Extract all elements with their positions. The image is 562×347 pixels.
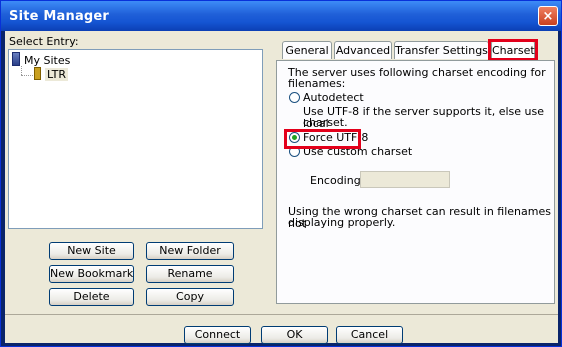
tree-item-ltr[interactable]: LTR [34,67,68,81]
tree-connector [21,75,33,76]
ok-button[interactable]: OK [261,326,328,344]
charset-tab-highlight [488,39,538,61]
new-site-button[interactable]: New Site [49,242,134,260]
autodetect-radio[interactable] [289,92,300,103]
encoding-input[interactable] [360,171,450,188]
server-icon [34,67,41,80]
tree-item-my-sites[interactable]: My Sites [12,52,71,67]
encoding-label: Encoding: [310,174,365,187]
folder-icon [12,52,20,66]
tree-item-label: LTR [45,68,68,81]
window-title: Site Manager [9,9,110,24]
close-icon[interactable]: × [538,6,558,26]
rename-button[interactable]: Rename [146,265,234,283]
site-tree[interactable]: My Sites LTR [8,49,263,229]
tab-general[interactable]: General [282,41,332,59]
warning-text-line2: displaying properly. [288,216,396,229]
charset-panel: The server uses following charset encodi… [276,60,555,304]
copy-button[interactable]: Copy [146,288,234,306]
delete-button[interactable]: Delete [49,288,134,306]
new-bookmark-button[interactable]: New Bookmark [49,265,134,283]
cancel-button[interactable]: Cancel [336,326,403,344]
tree-item-label: My Sites [24,54,71,67]
footer-separator [5,314,558,315]
site-manager-window: Site Manager × Select Entry: My Sites LT… [0,0,562,347]
tab-transfer-settings[interactable]: Transfer Settings [394,41,489,59]
new-folder-button[interactable]: New Folder [146,242,234,260]
tree-connector [21,66,22,75]
dialog-body: Select Entry: My Sites LTR New Site New … [5,31,558,344]
intro-text-line2: filenames: [288,77,346,90]
force-utf8-highlight [284,129,361,149]
connect-button[interactable]: Connect [184,326,251,344]
autodetect-description-line2: charset. [303,116,348,129]
select-entry-label: Select Entry: [9,35,79,48]
autodetect-label[interactable]: Autodetect [303,92,364,104]
tab-advanced[interactable]: Advanced [334,41,392,59]
title-bar[interactable]: Site Manager × [1,1,561,31]
